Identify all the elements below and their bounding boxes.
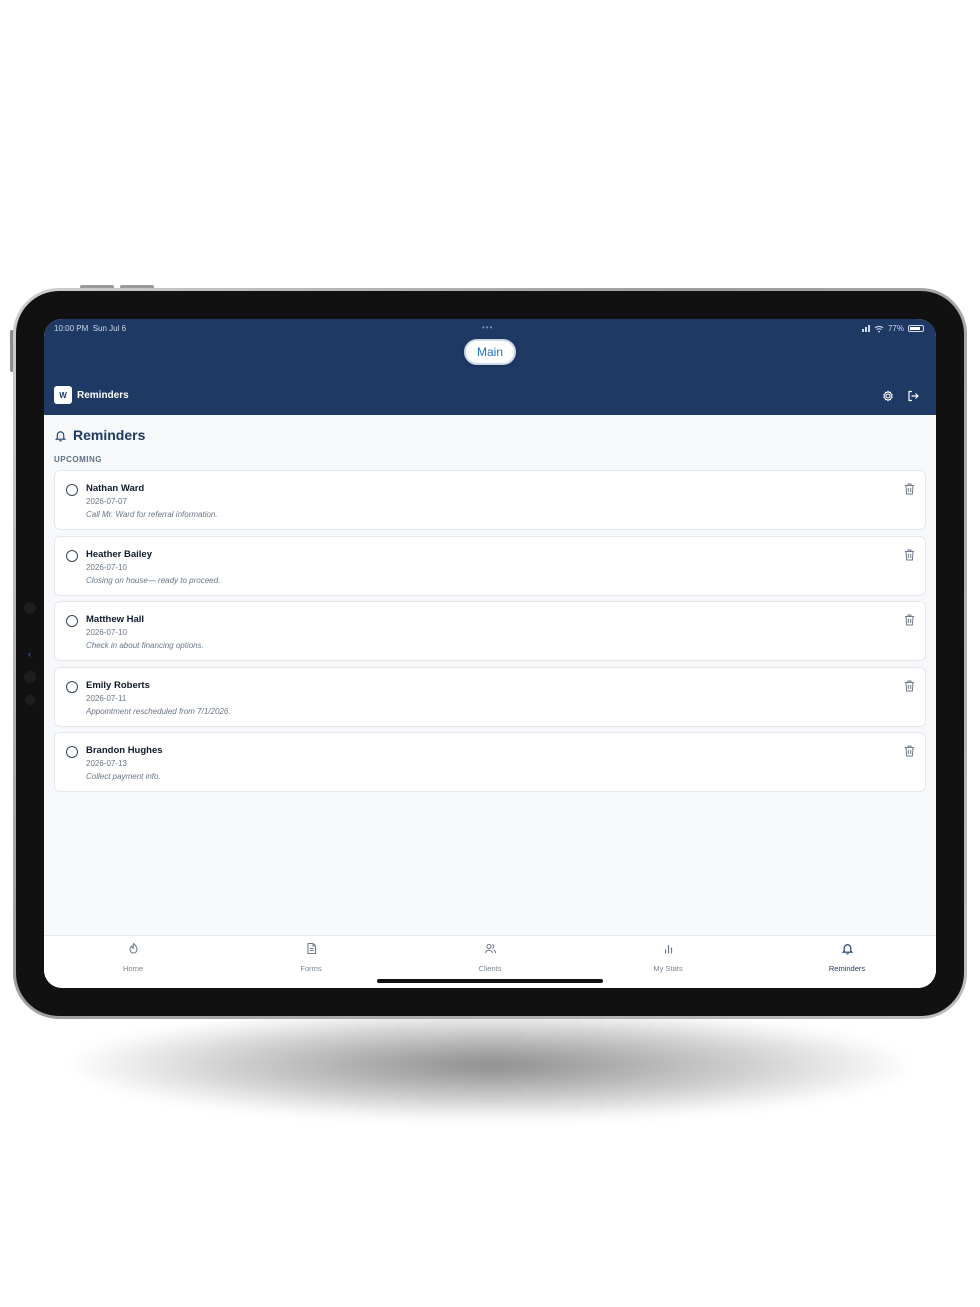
trash-icon[interactable]: [904, 483, 915, 495]
stage: ‹ 10:00 PM Sun Jul 6 ••• 77% Main W Remi…: [0, 0, 980, 1307]
reminder-name: Emily Roberts: [86, 679, 150, 691]
tab-clients[interactable]: Clients: [440, 942, 540, 976]
users-icon: [484, 943, 496, 954]
signal-icon: [861, 325, 870, 332]
reminder-card[interactable]: Heather Bailey 2026-07-10 Closing on hou…: [54, 535, 926, 596]
camera-icon: [24, 602, 36, 614]
app-header: 10:00 PM Sun Jul 6 ••• 77% Main W Remind…: [44, 319, 936, 415]
reminder-date: 2026-07-11: [86, 693, 127, 703]
reminder-card[interactable]: Matthew Hall 2026-07-10 Check in about f…: [54, 601, 926, 661]
trash-icon[interactable]: [904, 745, 915, 757]
bell-icon: [54, 430, 67, 442]
tab-my-stats[interactable]: My Stats: [618, 942, 718, 976]
wifi-icon: [874, 325, 884, 332]
status-time: 10:00 PM Sun Jul 6: [54, 324, 127, 333]
complete-checkbox[interactable]: [66, 680, 78, 693]
tab-reminders[interactable]: Reminders: [797, 942, 897, 976]
document-icon: [306, 942, 316, 955]
trash-icon[interactable]: [904, 614, 915, 626]
home-icon: [128, 942, 138, 954]
app-logo: W: [54, 386, 72, 404]
gear-icon[interactable]: [881, 389, 895, 403]
reminder-note: Closing on house— ready to proceed.: [86, 575, 221, 585]
device-shadow: [70, 1010, 910, 1120]
reminder-name: Brandon Hughes: [86, 745, 163, 756]
complete-checkbox[interactable]: [66, 615, 78, 627]
tablet-frame: ‹ 10:00 PM Sun Jul 6 ••• 77% Main W Remi…: [13, 288, 967, 1019]
reminder-date: 2026-07-10: [86, 562, 127, 572]
tab-home[interactable]: Home: [83, 942, 183, 976]
battery-percent: 77%: [887, 324, 904, 333]
trash-icon[interactable]: [904, 549, 915, 561]
logout-icon[interactable]: [906, 389, 920, 403]
reminder-name: Nathan Ward: [86, 483, 145, 494]
reminder-date: 2026-07-13: [86, 759, 127, 768]
page-heading: Reminders: [54, 427, 145, 443]
main-button[interactable]: Main: [464, 339, 516, 365]
complete-checkbox[interactable]: [66, 746, 78, 758]
reminder-card[interactable]: Nathan Ward 2026-07-07 Call Mr. Ward for…: [54, 470, 926, 530]
tab-label: My Stats: [653, 964, 683, 973]
tab-label: Home: [122, 964, 143, 973]
reminder-card[interactable]: Emily Roberts 2026-07-11 Appointment res…: [54, 666, 926, 727]
status-indicators: 77%: [861, 324, 924, 333]
complete-checkbox[interactable]: [66, 549, 78, 562]
reminder-date: 2026-07-10: [86, 628, 127, 637]
home-indicator[interactable]: [377, 979, 603, 983]
tab-forms[interactable]: Forms: [261, 942, 361, 976]
reminder-list: Nathan Ward 2026-07-07 Call Mr. Ward for…: [54, 470, 926, 798]
reminder-note: Call Mr. Ward for referral information.: [86, 510, 218, 519]
reminder-note: Collect payment info.: [86, 772, 161, 781]
reminder-name: Matthew Hall: [86, 614, 145, 625]
tab-label: Reminders: [828, 964, 866, 973]
multitasking-dots-icon[interactable]: •••: [482, 323, 493, 332]
complete-checkbox[interactable]: [66, 484, 78, 496]
sensor-icon: [24, 671, 36, 683]
app-screen: 10:00 PM Sun Jul 6 ••• 77% Main W Remind…: [44, 319, 936, 988]
reminders-content: Reminders UPCOMING Nathan Ward 2026-07-0…: [44, 415, 936, 935]
tab-label: Clients: [478, 964, 502, 973]
page-title: Reminders: [73, 427, 146, 443]
header-title: Reminders: [77, 390, 129, 401]
battery-icon: [908, 325, 924, 332]
sensor-icon: [25, 695, 35, 705]
tablet-bezel: ‹ 10:00 PM Sun Jul 6 ••• 77% Main W Remi…: [16, 291, 964, 1016]
section-label-upcoming: UPCOMING: [54, 455, 102, 464]
bell-icon: [841, 944, 853, 955]
reminder-date: 2026-07-07: [86, 497, 127, 506]
bar-chart-icon: [664, 945, 672, 954]
reminder-note: Check in about financing options.: [86, 641, 204, 650]
reminder-name: Heather Bailey: [86, 548, 153, 560]
reminder-card[interactable]: Brandon Hughes 2026-07-13 Collect paymen…: [54, 732, 926, 792]
trash-icon[interactable]: [904, 680, 915, 692]
chevron-left-icon: ‹: [28, 649, 31, 659]
reminder-note: Appointment rescheduled from 7/1/2026.: [86, 706, 231, 716]
tab-label: Forms: [300, 964, 322, 973]
